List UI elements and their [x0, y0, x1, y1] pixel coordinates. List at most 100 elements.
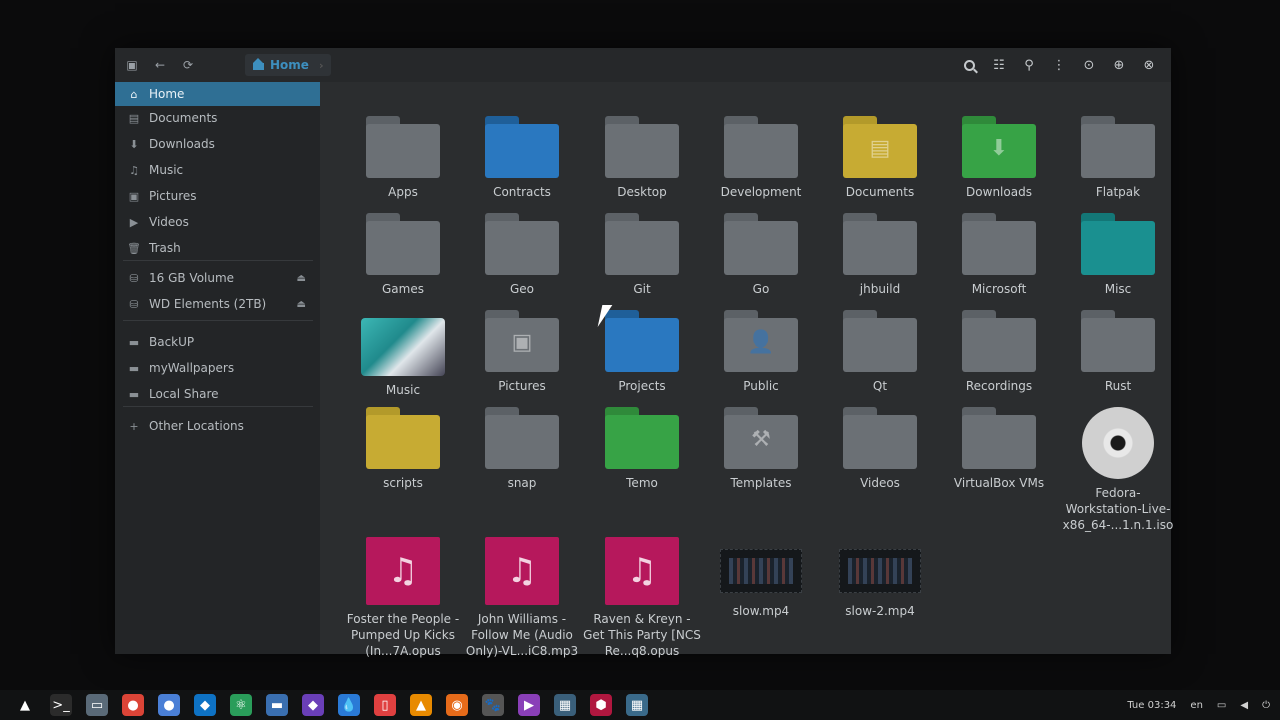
file-item[interactable]: Rust: [1058, 310, 1178, 394]
sidebar-item-downloads[interactable]: ⬇ Downloads: [115, 132, 320, 156]
hex-icon[interactable]: ⬢: [590, 694, 612, 716]
language-indicator[interactable]: en: [1190, 700, 1203, 711]
file-item[interactable]: Git: [582, 213, 702, 297]
droplet-icon[interactable]: 💧: [338, 694, 360, 716]
sidebar-item-label: Trash: [149, 241, 181, 255]
file-item[interactable]: ▣ Pictures: [462, 310, 582, 394]
document-icon: ▤: [128, 111, 140, 125]
sidebar-item-documents[interactable]: ▤ Documents: [115, 106, 320, 130]
sidebar-item-pictures[interactable]: ▣ Pictures: [115, 184, 320, 208]
file-item[interactable]: ▤ Documents: [820, 116, 940, 200]
sidebar-item-wd-elements-2tb-[interactable]: ⛁ WD Elements (2TB) ⏏: [115, 292, 320, 316]
vscode-icon[interactable]: ◆: [194, 694, 216, 716]
gimp-icon[interactable]: 🐾: [482, 694, 504, 716]
file-item[interactable]: VirtualBox VMs: [939, 407, 1059, 491]
window-icon[interactable]: ▦: [626, 694, 648, 716]
maximize-button[interactable]: ⊕: [1111, 57, 1127, 73]
folder-icon: [485, 116, 559, 178]
display-icon[interactable]: ▭: [1217, 700, 1226, 711]
file-item[interactable]: snap: [462, 407, 582, 491]
file-item[interactable]: Desktop: [582, 116, 702, 200]
file-item[interactable]: ⚒ Templates: [701, 407, 821, 491]
eject-icon[interactable]: ⏏: [297, 273, 306, 284]
sidebar-item-music[interactable]: ♫ Music: [115, 158, 320, 182]
file-item[interactable]: Contracts: [462, 116, 582, 200]
eject-icon[interactable]: ⏏: [297, 299, 306, 310]
menu-button[interactable]: ⋮: [1051, 57, 1067, 73]
drive-icon: ⛁: [129, 271, 139, 285]
blender-icon[interactable]: ◉: [446, 694, 468, 716]
sidebar-item-label: WD Elements (2TB): [149, 297, 267, 311]
taskbar: ▲ >_ ▭ ● ● ◆ ⚛ ▬ ◆ 💧 ▯ ▲ ◉ 🐾 ▶ ▦ ⬢ ▦ Tue 03:34 en ▭ ◀ ⏻: [0, 690, 1280, 720]
filter-button[interactable]: ⚲: [1021, 57, 1037, 73]
file-item-label: Fedora-Workstation-Live-x86_64-...1.n.1.…: [1062, 486, 1174, 532]
sidebar-item-16-gb-volume[interactable]: ⛁ 16 GB Volume ⏏: [115, 266, 320, 290]
file-item[interactable]: Games: [343, 213, 463, 297]
file-item[interactable]: slow.mp4: [701, 537, 821, 619]
minimize-button[interactable]: ⊙: [1081, 57, 1097, 73]
video-thumbnail: [839, 549, 921, 593]
file-item[interactable]: ⬇ Downloads: [939, 116, 1059, 200]
file-item[interactable]: jhbuild: [820, 213, 940, 297]
files-icon[interactable]: ▭: [86, 694, 108, 716]
file-item[interactable]: Flatpak: [1058, 116, 1178, 200]
file-item[interactable]: Apps: [343, 116, 463, 200]
file-item[interactable]: Go: [701, 213, 821, 297]
sidebar-item-label: Videos: [149, 215, 189, 229]
clock[interactable]: Tue 03:34: [1127, 700, 1176, 711]
power-icon[interactable]: ⏻: [1262, 700, 1270, 711]
sidebar-item-mywallpapers[interactable]: ▬ myWallpapers: [115, 356, 320, 380]
file-item[interactable]: ♫ Raven & Kreyn - Get This Party [NCS Re.…: [582, 537, 702, 659]
search-button[interactable]: [961, 57, 977, 73]
terminal-icon[interactable]: >_: [50, 694, 72, 716]
file-item-label: Misc: [1104, 282, 1132, 296]
file-item[interactable]: ♫ Foster the People - Pumped Up Kicks (In…: [343, 537, 463, 659]
sidebar-item-videos[interactable]: ▶ Videos: [115, 210, 320, 234]
sidebar-item-backup[interactable]: ▬ BackUP: [115, 330, 320, 354]
back-button[interactable]: ←: [151, 56, 169, 74]
tor-icon[interactable]: ◆: [302, 694, 324, 716]
file-item-label: Foster the People - Pumped Up Kicks (In.…: [346, 612, 460, 658]
folder-icon: [843, 310, 917, 372]
file-item[interactable]: Videos: [820, 407, 940, 491]
sidebar-item-label: myWallpapers: [149, 361, 235, 375]
file-item[interactable]: Recordings: [939, 310, 1059, 394]
file-item[interactable]: Temo: [582, 407, 702, 491]
home-icon: ⌂: [130, 87, 138, 101]
file-item[interactable]: Development: [701, 116, 821, 200]
file-item[interactable]: Music: [343, 310, 463, 398]
view-options-button[interactable]: ☷: [991, 57, 1007, 73]
breadcrumb-home[interactable]: Home ›: [245, 54, 332, 76]
file-item-label: Go: [752, 282, 770, 296]
media-player-icon[interactable]: ▶: [518, 694, 540, 716]
chromium-icon[interactable]: ●: [158, 694, 180, 716]
reload-button[interactable]: ⟳: [179, 56, 197, 74]
writer-icon[interactable]: ▯: [374, 694, 396, 716]
atom-icon[interactable]: ⚛: [230, 694, 252, 716]
folder-icon: [724, 213, 798, 275]
sidebar-item-trash[interactable]: 🗑 Trash: [115, 236, 320, 260]
sidebar-item-label: Downloads: [149, 137, 215, 151]
file-item[interactable]: Geo: [462, 213, 582, 297]
screenshot-icon[interactable]: ▦: [554, 694, 576, 716]
sidebar-item-other-locations[interactable]: + Other Locations: [115, 414, 320, 438]
chrome-icon[interactable]: ●: [122, 694, 144, 716]
download-icon: ⬇: [129, 137, 139, 151]
file-item[interactable]: Misc: [1058, 213, 1178, 297]
file-item[interactable]: Microsoft: [939, 213, 1059, 297]
file-item[interactable]: 👤 Public: [701, 310, 821, 394]
file-item[interactable]: ♫ John Williams - Follow Me (Audio Only)-…: [462, 537, 582, 659]
file-item[interactable]: Qt: [820, 310, 940, 394]
file-item[interactable]: Fedora-Workstation-Live-x86_64-...1.n.1.…: [1058, 407, 1178, 533]
vlc-icon[interactable]: ▲: [410, 694, 432, 716]
sidebar-item-home[interactable]: ⌂ Home: [115, 82, 320, 106]
file-item[interactable]: scripts: [343, 407, 463, 491]
chevron-right-icon[interactable]: ›: [319, 59, 324, 72]
app-launcher-icon[interactable]: ▲: [14, 694, 36, 716]
file-item[interactable]: slow-2.mp4: [820, 537, 940, 619]
gnome-software-icon[interactable]: ▬: [266, 694, 288, 716]
sidebar-item-local-share[interactable]: ▬ Local Share: [115, 382, 320, 406]
close-button[interactable]: ⊗: [1141, 57, 1157, 73]
folder-icon: [605, 310, 679, 372]
volume-icon[interactable]: ◀: [1240, 700, 1248, 711]
